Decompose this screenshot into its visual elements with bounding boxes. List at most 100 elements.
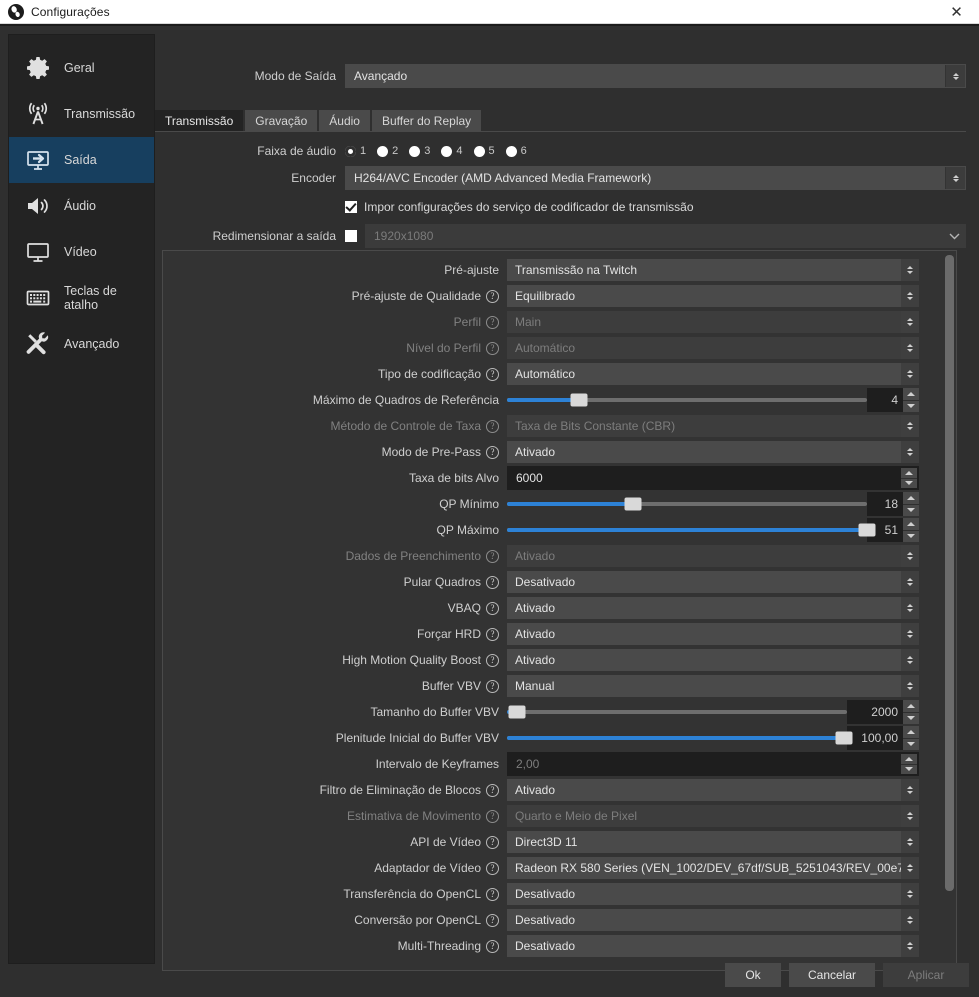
cancel-button[interactable]: Cancelar	[789, 963, 875, 987]
sidebar-item-geral[interactable]: Geral	[9, 45, 154, 91]
setting-select[interactable]: Taxa de Bits Constante (CBR)	[507, 415, 919, 437]
sidebar-item-avancado[interactable]: Avançado	[9, 321, 154, 367]
help-icon[interactable]: ?	[486, 575, 499, 589]
help-icon[interactable]: ?	[486, 653, 499, 667]
spinner-arrows-icon[interactable]	[901, 909, 919, 931]
spinner-arrows-icon[interactable]	[901, 805, 919, 827]
spinner-arrows-icon[interactable]	[945, 65, 965, 87]
spinner-arrows-icon[interactable]	[901, 337, 919, 359]
stepper-buttons[interactable]	[901, 754, 917, 774]
encoder-select[interactable]: H264/AVC Encoder (AMD Advanced Media Fra…	[345, 166, 966, 190]
stepper-up-icon[interactable]	[903, 726, 919, 739]
setting-select[interactable]: Ativado	[507, 545, 919, 567]
stepper-up-icon[interactable]	[901, 468, 917, 479]
help-icon[interactable]: ?	[486, 627, 499, 641]
radio-icon[interactable]	[441, 145, 453, 157]
setting-select[interactable]: Ativado	[507, 623, 919, 645]
radio-icon[interactable]	[473, 145, 485, 157]
sidebar-item-video[interactable]: Vídeo	[9, 229, 154, 275]
stepper-up-icon[interactable]	[903, 388, 919, 401]
help-icon[interactable]: ?	[486, 887, 499, 901]
stepper-down-icon[interactable]	[901, 764, 917, 774]
setting-select[interactable]: Desativado	[507, 909, 919, 931]
stepper-buttons[interactable]	[903, 492, 919, 516]
setting-slider[interactable]	[507, 389, 867, 411]
setting-select[interactable]: Automático	[507, 337, 919, 359]
spinner-arrows-icon[interactable]	[901, 415, 919, 437]
stepper-down-icon[interactable]	[903, 504, 919, 516]
spinner-arrows-icon[interactable]	[901, 675, 919, 697]
help-icon[interactable]: ?	[486, 315, 499, 329]
spinner-arrows-icon[interactable]	[901, 259, 919, 281]
tab-gravacao[interactable]: Gravação	[245, 110, 318, 131]
help-icon[interactable]: ?	[486, 809, 499, 823]
setting-select[interactable]: Ativado	[507, 597, 919, 619]
help-icon[interactable]: ?	[486, 835, 499, 849]
slider-handle[interactable]	[858, 523, 876, 537]
radio-icon[interactable]	[409, 145, 421, 157]
spinner-arrows-icon[interactable]	[901, 883, 919, 905]
help-icon[interactable]: ?	[486, 341, 499, 355]
setting-select[interactable]: Direct3D 11	[507, 831, 919, 853]
help-icon[interactable]: ?	[486, 445, 499, 459]
spinner-arrows-icon[interactable]	[901, 935, 919, 957]
spinner-arrows-icon[interactable]	[901, 597, 919, 619]
slider-handle[interactable]	[508, 705, 526, 719]
spinner-arrows-icon[interactable]	[901, 545, 919, 567]
setting-number-input[interactable]: 2000	[847, 700, 903, 724]
stepper-down-icon[interactable]	[901, 478, 917, 488]
scrollbar-thumb[interactable]	[945, 255, 954, 891]
ok-button[interactable]: Ok	[725, 963, 781, 987]
setting-select[interactable]: Desativado	[507, 883, 919, 905]
setting-number-input[interactable]: 4	[867, 388, 903, 412]
sidebar-item-teclas-de-atalho[interactable]: Teclas de atalho	[9, 275, 154, 321]
help-icon[interactable]: ?	[486, 679, 499, 693]
setting-slider[interactable]	[507, 701, 847, 723]
help-icon[interactable]: ?	[486, 861, 499, 875]
help-icon[interactable]: ?	[486, 939, 499, 953]
spinner-arrows-icon[interactable]	[901, 857, 919, 879]
output-mode-select[interactable]: Avançado	[345, 64, 966, 88]
rescale-output-select[interactable]: 1920x1080	[365, 224, 966, 248]
tab-audio[interactable]: Áudio	[319, 110, 370, 131]
stepper-up-icon[interactable]	[903, 700, 919, 713]
radio-icon[interactable]	[377, 145, 389, 157]
spinner-arrows-icon[interactable]	[901, 831, 919, 853]
apply-button[interactable]: Aplicar	[883, 963, 969, 987]
slider-handle[interactable]	[624, 497, 642, 511]
setting-select[interactable]: Ativado	[507, 649, 919, 671]
stepper-down-icon[interactable]	[903, 530, 919, 542]
stepper-down-icon[interactable]	[903, 712, 919, 724]
stepper-buttons[interactable]	[901, 468, 917, 488]
tab-transmissao[interactable]: Transmissão	[155, 110, 244, 131]
setting-number-input[interactable]: 6000	[507, 466, 919, 490]
help-icon[interactable]: ?	[486, 549, 499, 563]
spinner-arrows-icon[interactable]	[945, 167, 965, 189]
spinner-arrows-icon[interactable]	[901, 623, 919, 645]
setting-number-input[interactable]: 2,00	[507, 752, 919, 776]
setting-number-input[interactable]: 100,00	[847, 726, 903, 750]
setting-slider[interactable]	[507, 519, 876, 541]
setting-select[interactable]: Manual	[507, 675, 919, 697]
stepper-buttons[interactable]	[903, 388, 919, 412]
setting-select[interactable]: Quarto e Meio de Pixel	[507, 805, 919, 827]
sidebar-item-transmissao[interactable]: Transmissão	[9, 91, 154, 137]
setting-select[interactable]: Desativado	[507, 571, 919, 593]
spinner-arrows-icon[interactable]	[901, 311, 919, 333]
stepper-buttons[interactable]	[903, 700, 919, 724]
audio-track-option-6[interactable]: 6	[505, 145, 527, 157]
help-icon[interactable]: ?	[486, 783, 499, 797]
help-icon[interactable]: ?	[486, 289, 499, 303]
enforce-service-checkbox[interactable]: Impor configurações do serviço de codifi…	[345, 200, 694, 214]
spinner-arrows-icon[interactable]	[901, 649, 919, 671]
spinner-arrows-icon[interactable]	[901, 779, 919, 801]
sidebar-item-saida[interactable]: Saída	[9, 137, 154, 183]
help-icon[interactable]: ?	[486, 913, 499, 927]
setting-select[interactable]: Ativado	[507, 441, 919, 463]
spinner-arrows-icon[interactable]	[901, 363, 919, 385]
setting-select[interactable]: Equilibrado	[507, 285, 919, 307]
setting-select[interactable]: Transmissão na Twitch	[507, 259, 919, 281]
help-icon[interactable]: ?	[486, 419, 499, 433]
sidebar-item-audio[interactable]: Áudio	[9, 183, 154, 229]
setting-slider[interactable]	[507, 493, 867, 515]
